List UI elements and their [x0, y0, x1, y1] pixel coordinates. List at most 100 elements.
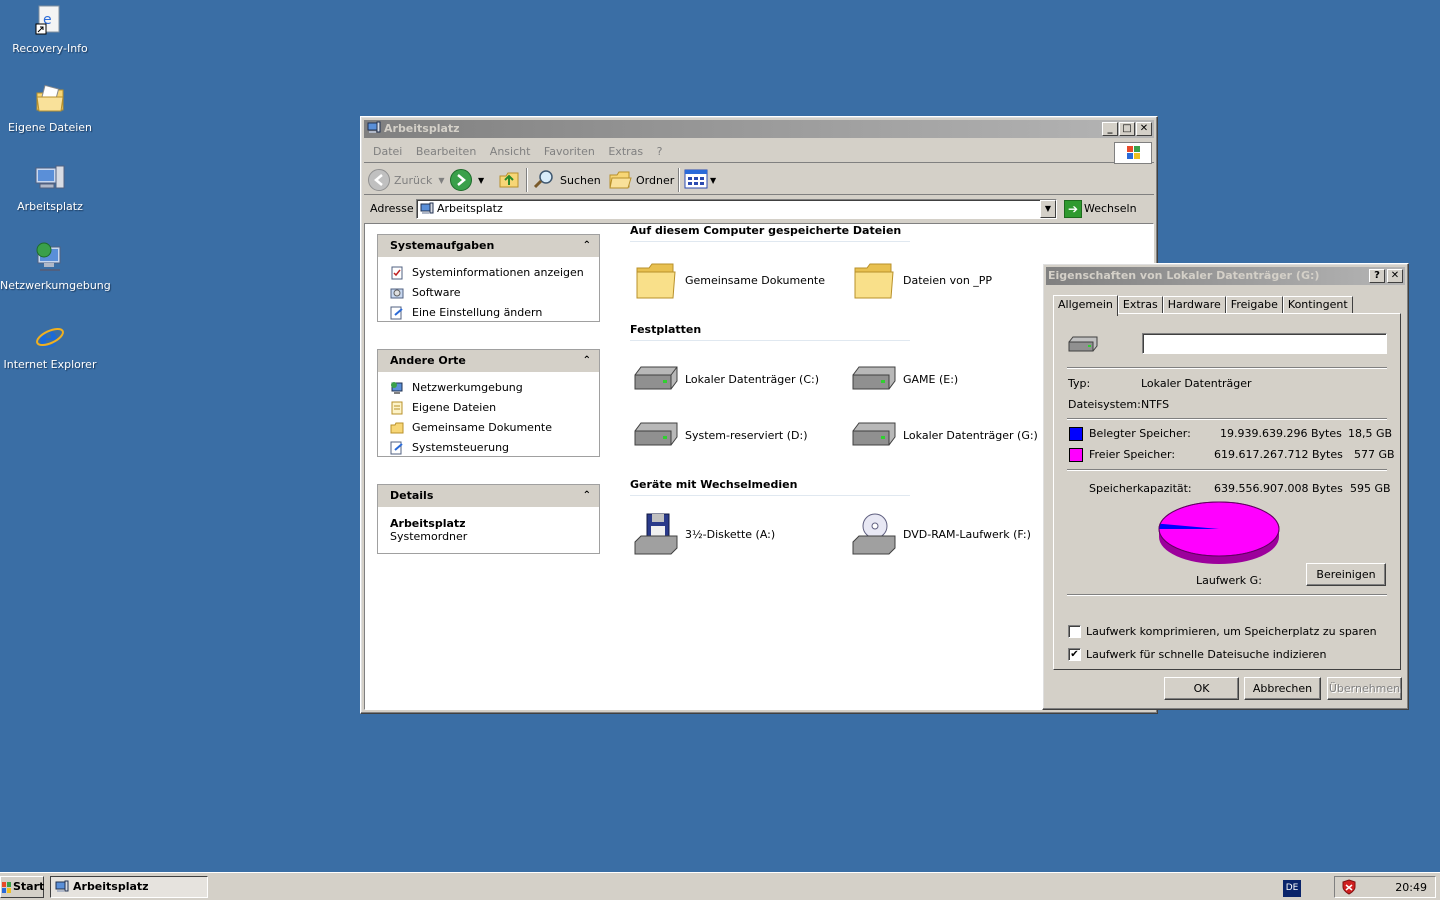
- group-hard-disks: Festplatten: [630, 323, 910, 341]
- collapse-icon[interactable]: ⌃: [583, 235, 591, 257]
- address-dropdown-button[interactable]: ▼: [1040, 200, 1056, 218]
- tab-strip: Allgemein Extras Hardware Freigabe Kontingen…: [1053, 294, 1353, 316]
- go-button[interactable]: ➔ Wechseln zu: [1062, 199, 1152, 235]
- desktop-icon-my-documents[interactable]: Eigene Dateien: [0, 83, 100, 134]
- back-button[interactable]: Zurück ▼: [368, 168, 445, 192]
- properties-titlebar[interactable]: Eigenschaften von Lokaler Datenträger (G…: [1046, 267, 1405, 285]
- hard-disk-icon: [633, 357, 679, 401]
- maximize-button[interactable]: □: [1119, 122, 1135, 136]
- item-files-of-pp[interactable]: Dateien von _PP: [851, 255, 992, 305]
- chevron-down-icon: ▼: [710, 175, 717, 185]
- start-button[interactable]: Start: [0, 876, 44, 898]
- address-bar: Adresse Arbeitsplatz ▼ ➔ Wechseln zu: [364, 197, 1154, 235]
- software-icon: [390, 286, 404, 300]
- chevron-down-icon: ▼: [478, 175, 485, 185]
- compress-checkbox[interactable]: [1068, 625, 1081, 638]
- forward-button[interactable]: ▼: [450, 168, 484, 192]
- taskbar-item-my-computer[interactable]: Arbeitsplatz: [50, 876, 208, 898]
- item-floppy-a[interactable]: 3½-Diskette (A:): [633, 509, 775, 559]
- language-indicator[interactable]: DE: [1283, 880, 1301, 897]
- menu-file[interactable]: Datei: [368, 141, 407, 163]
- views-button[interactable]: ▼: [684, 168, 716, 192]
- desktop-icon-my-computer[interactable]: Arbeitsplatz: [0, 162, 100, 213]
- cancel-button[interactable]: Abbrechen: [1244, 677, 1321, 700]
- up-folder-button[interactable]: [498, 168, 520, 192]
- item-shared-documents[interactable]: Gemeinsame Dokumente: [633, 255, 825, 305]
- ok-button[interactable]: OK: [1164, 677, 1239, 700]
- system-tasks-header[interactable]: Systemaufgaben ⌃: [378, 235, 599, 257]
- task-software[interactable]: Software: [378, 283, 599, 303]
- folder-icon: [633, 258, 679, 302]
- close-button[interactable]: ✕: [1387, 269, 1403, 283]
- free-size: 577 GB: [1354, 448, 1395, 461]
- internet-explorer-icon: e: [34, 320, 66, 355]
- hard-disk-icon: [851, 357, 897, 401]
- used-size: 18,5 GB: [1348, 427, 1393, 440]
- drive-name-input[interactable]: [1142, 333, 1387, 354]
- explorer-title: Arbeitsplatz: [384, 122, 460, 135]
- system-tasks-pane: Systemaufgaben ⌃ Systeminformationen anz…: [377, 234, 600, 322]
- cleanup-button[interactable]: Bereinigen: [1306, 563, 1386, 586]
- toolbar: Zurück ▼ ▼ Suchen Ordner ▼: [364, 165, 1154, 195]
- up-folder-icon: [498, 168, 520, 193]
- details-header[interactable]: Details ⌃: [378, 485, 599, 507]
- minimize-button[interactable]: _: [1102, 122, 1118, 136]
- place-shared-documents[interactable]: Gemeinsame Dokumente: [378, 418, 599, 438]
- back-arrow-icon: [368, 169, 390, 191]
- folders-button[interactable]: Ordner: [608, 168, 674, 192]
- details-pane: Details ⌃ Arbeitsplatz Systemordner: [377, 484, 600, 554]
- collapse-icon[interactable]: ⌃: [583, 485, 591, 507]
- explorer-window[interactable]: Arbeitsplatz _ □ ✕ Datei Bearbeiten Ansi…: [360, 116, 1158, 714]
- taskbar: Start Arbeitsplatz DE 20:49: [0, 872, 1440, 900]
- tab-general[interactable]: Allgemein: [1053, 295, 1118, 316]
- apply-button[interactable]: Übernehmen: [1327, 677, 1402, 700]
- go-arrow-icon: ➔: [1064, 200, 1082, 218]
- item-dvd-f[interactable]: DVD-RAM-Laufwerk (F:): [851, 509, 1031, 559]
- chevron-down-icon: ▼: [438, 175, 445, 185]
- place-network[interactable]: Netzwerkumgebung: [378, 378, 599, 398]
- security-shield-icon[interactable]: [1341, 879, 1357, 898]
- place-control-panel[interactable]: Systemsteuerung: [378, 438, 599, 458]
- menu-favorites[interactable]: Favoriten: [539, 141, 600, 163]
- tab-hardware[interactable]: Hardware: [1162, 296, 1226, 314]
- dvd-drive-icon: [851, 512, 897, 556]
- clock: 20:49: [1395, 881, 1427, 894]
- task-system-info[interactable]: Systeminformationen anzeigen: [378, 263, 599, 283]
- group-stored-files: Auf diesem Computer gespeicherte Dateien: [630, 224, 910, 242]
- item-drive-d[interactable]: System-reserviert (D:): [633, 410, 807, 460]
- item-drive-e[interactable]: GAME (E:): [851, 354, 958, 404]
- tab-tools[interactable]: Extras: [1117, 296, 1163, 314]
- menu-view[interactable]: Ansicht: [485, 141, 536, 163]
- desktop-icon-internet-explorer[interactable]: e Internet Explorer: [0, 320, 100, 371]
- folder-icon: [851, 258, 897, 302]
- menu-help[interactable]: ?: [652, 141, 668, 163]
- search-button[interactable]: Suchen: [532, 168, 601, 192]
- collapse-icon[interactable]: ⌃: [583, 350, 591, 372]
- other-places-pane: Andere Orte ⌃ Netzwerkumgebung Eigene Da…: [377, 349, 600, 457]
- my-computer-icon: [55, 880, 69, 894]
- hard-disk-icon: [1068, 334, 1098, 357]
- close-button[interactable]: ✕: [1136, 122, 1152, 136]
- folder-icon: [608, 168, 632, 193]
- details-name: Arbeitsplatz: [390, 517, 466, 530]
- desktop-icon-network-places[interactable]: Netzwerkumgebung: [0, 241, 111, 292]
- capacity-bytes: 639.556.907.008 Bytes: [1214, 482, 1343, 495]
- item-drive-c[interactable]: Lokaler Datenträger (C:): [633, 354, 819, 404]
- index-checkbox[interactable]: ✔: [1068, 648, 1081, 661]
- desktop-icon-recovery-info[interactable]: e Recovery-Info: [0, 4, 100, 55]
- menu-tools[interactable]: Extras: [603, 141, 648, 163]
- details-type: Systemordner: [390, 530, 468, 543]
- properties-title: Eigenschaften von Lokaler Datenträger (G…: [1048, 269, 1320, 282]
- place-my-documents[interactable]: Eigene Dateien: [378, 398, 599, 418]
- menu-edit[interactable]: Bearbeiten: [411, 141, 481, 163]
- properties-dialog[interactable]: Eigenschaften von Lokaler Datenträger (G…: [1042, 263, 1409, 710]
- tab-sharing[interactable]: Freigabe: [1225, 296, 1283, 314]
- tab-quota[interactable]: Kontingent: [1282, 296, 1353, 314]
- help-button[interactable]: ?: [1369, 269, 1385, 283]
- other-places-header[interactable]: Andere Orte ⌃: [378, 350, 599, 372]
- item-drive-g[interactable]: Lokaler Datenträger (G:): [851, 410, 1038, 460]
- network-places-icon: [390, 381, 404, 395]
- task-change-setting[interactable]: Eine Einstellung ändern: [378, 303, 599, 323]
- address-input[interactable]: Arbeitsplatz ▼: [416, 199, 1057, 219]
- explorer-titlebar[interactable]: Arbeitsplatz _ □ ✕: [364, 120, 1154, 138]
